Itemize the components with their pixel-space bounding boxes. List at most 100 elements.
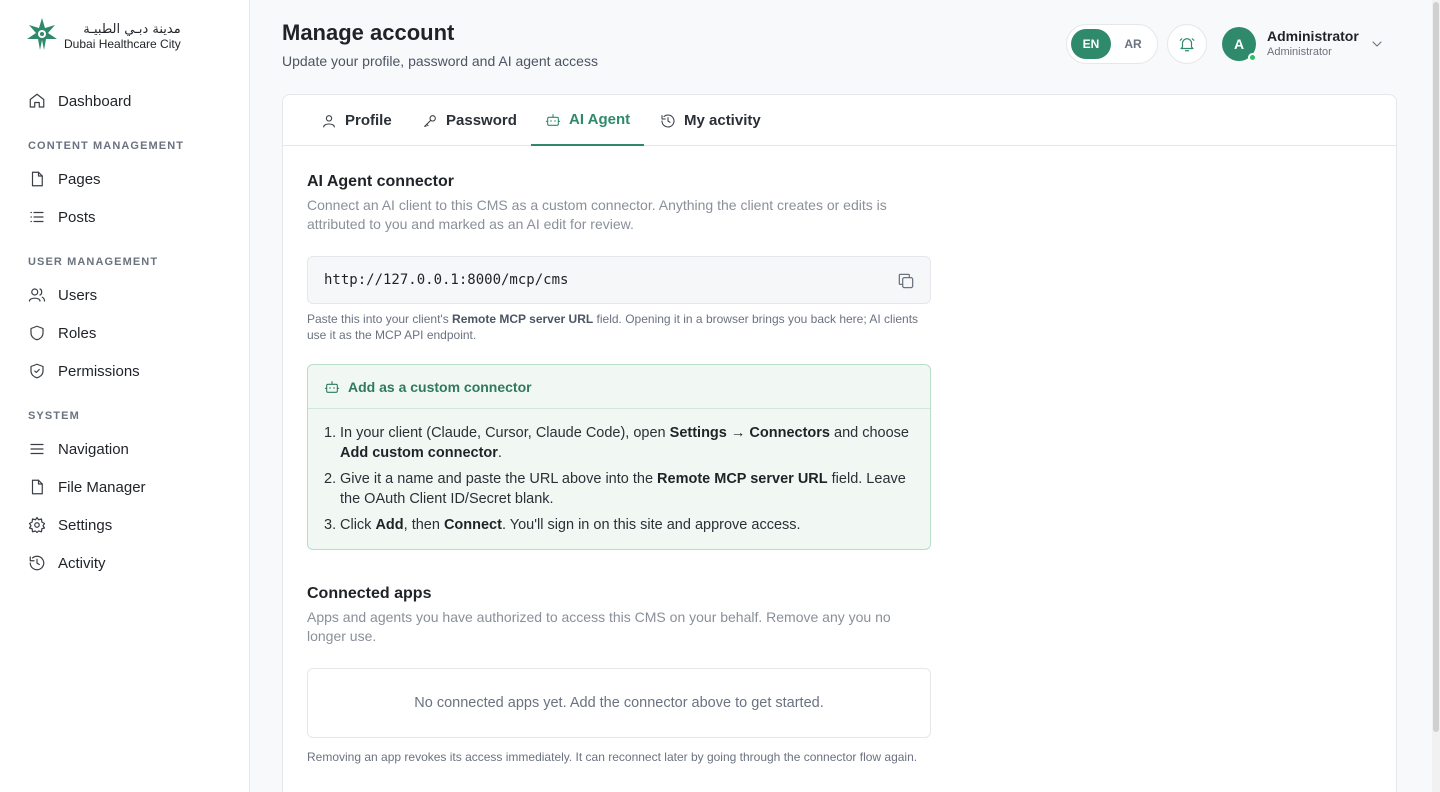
custom-connector-instructions: Add as a custom connector 1. In your clie… [307,364,931,550]
connector-description: Connect an AI client to this CMS as a cu… [307,197,887,232]
lang-en-button[interactable]: EN [1071,29,1111,59]
sidebar: مدينة دبـي الطبيـة Dubai Healthcare City… [0,0,250,792]
instruction-step: 1. In your client (Claude, Cursor, Claude… [324,423,914,463]
user-menu-toggle[interactable] [1369,36,1385,52]
step-text-part: Click [340,517,376,533]
sidebar-item-navigation[interactable]: Navigation [0,430,249,468]
hint-text: Paste this into your client's [307,312,453,326]
step-text-part: . [497,445,502,461]
online-status-dot [1248,53,1257,62]
tab-ai-agent[interactable]: AI Agent [531,95,645,146]
home-icon [28,92,46,110]
account-tabs: Profile Password AI Agent My activity [283,95,1396,146]
lang-ar-button[interactable]: AR [1113,29,1153,59]
sidebar-item-settings[interactable]: Settings [0,506,249,544]
sidebar-item-roles[interactable]: Roles [0,314,249,352]
gear-icon [28,516,46,534]
sidebar-item-label: Dashboard [58,92,132,110]
connected-apps-description: Apps and agents you have authorized to a… [307,609,891,644]
step-number: 3. [324,517,337,533]
sidebar-item-activity[interactable]: Activity [0,544,249,582]
notifications-button[interactable] [1167,24,1207,64]
sidebar-item-label: Settings [58,516,113,534]
step-text-part: and choose [829,425,909,441]
page-scrollbar[interactable] [1432,0,1440,792]
tab-label: AI Agent [569,111,631,128]
copy-url-button[interactable] [896,271,916,291]
sidebar-item-pages[interactable]: Pages [0,160,249,198]
star-logo-icon [27,18,57,50]
instructions-header: Add as a custom connector [308,365,930,409]
sidebar-nav: Dashboard CONTENT MANAGEMENT Pages Posts… [0,82,249,582]
step-text-part: In your client (Claude, Cursor, Claude C… [340,425,670,441]
tab-label: Password [446,112,517,129]
step-bold-text: Connect [443,517,502,533]
step-number: 1. [324,425,337,441]
sidebar-item-posts[interactable]: Posts [0,198,249,236]
step-text-part: Give it a name and paste the URL above i… [340,471,658,487]
tab-password[interactable]: Password [408,95,531,146]
connected-apps-empty-state: No connected apps yet. Add the connector… [307,668,931,738]
step-text-part: . You'll sign in on this site and approv… [501,517,801,533]
sidebar-item-label: Permissions [58,362,140,380]
tab-profile[interactable]: Profile [307,95,406,146]
sidebar-item-label: Users [58,286,98,304]
step-text: Click Add, then Connect. You'll sign in … [340,515,801,535]
sidebar-item-permissions[interactable]: Permissions [0,352,249,390]
tab-label: Profile [345,112,392,129]
user-role: Administrator [1267,46,1332,58]
sidebar-item-label: Pages [58,170,101,188]
step-bold-text: Add [375,517,404,533]
connector-url-field[interactable]: http://127.0.0.1:8000/mcp/cms [307,256,931,304]
instruction-step: 2. Give it a name and paste the URL above… [324,469,914,509]
sidebar-section-title: USER MANAGEMENT [28,256,159,268]
instructions-steps: 1. In your client (Claude, Cursor, Claude… [308,409,930,535]
sidebar-item-dashboard[interactable]: Dashboard [0,82,249,120]
page-subtitle: Update your profile, password and AI age… [282,53,598,69]
scrollbar-thumb[interactable] [1433,2,1439,732]
list-icon [28,208,46,226]
bell-icon [1179,38,1195,52]
tab-label: My activity [684,112,761,129]
sidebar-section-title: SYSTEM [28,410,80,422]
tab-my-activity[interactable]: My activity [646,95,775,146]
sidebar-item-label: Roles [58,324,97,342]
menu-icon [28,440,46,458]
connected-apps-footnote: Removing an app revokes its access immed… [307,750,918,764]
user-icon [323,114,335,128]
page-title: Manage account [282,20,455,45]
chevron-down-icon [1372,41,1382,47]
users-icon [28,286,46,304]
sidebar-item-label: Navigation [58,440,129,458]
brand-name-en: Dubai Healthcare City [64,36,181,51]
step-bold-text: Settings → Connectors [669,425,830,441]
sidebar-section-title: CONTENT MANAGEMENT [28,140,185,152]
instructions-title: Add as a custom connector [348,378,532,395]
hint-bold-text: Remote MCP server URL [452,312,594,326]
key-icon [424,114,436,127]
sidebar-item-users[interactable]: Users [0,276,249,314]
shield-check-icon [28,362,46,380]
history-icon [28,554,46,572]
brand-logo[interactable]: مدينة دبـي الطبيـة Dubai Healthcare City [24,16,181,56]
sidebar-item-label: File Manager [58,478,146,496]
history-icon [661,113,675,127]
brand-name-ar: مدينة دبـي الطبيـة [83,21,181,37]
file-icon [28,478,46,496]
empty-state-text: No connected apps yet. Add the connector… [414,695,824,711]
sidebar-item-label: Activity [58,554,106,572]
file-icon [28,170,46,188]
connector-url[interactable]: http://127.0.0.1:8000/mcp/cms [324,272,568,288]
bot-icon [545,113,561,126]
instruction-step: 3. Click Add, then Connect. You'll sign i… [324,515,914,535]
step-text: In your client (Claude, Cursor, Claude C… [340,423,914,463]
step-bold-text: Add custom connector [340,445,498,461]
sidebar-item-file-manager[interactable]: File Manager [0,468,249,506]
connector-title: AI Agent connector [307,173,454,190]
connected-apps-title: Connected apps [307,585,432,602]
connector-url-hint: Paste this into your client's Remote MCP… [307,311,927,343]
user-name[interactable]: Administrator [1267,28,1359,44]
copy-icon [898,273,914,289]
step-text-part: , then [403,517,444,533]
step-bold-text: Remote MCP server URL [657,471,828,487]
